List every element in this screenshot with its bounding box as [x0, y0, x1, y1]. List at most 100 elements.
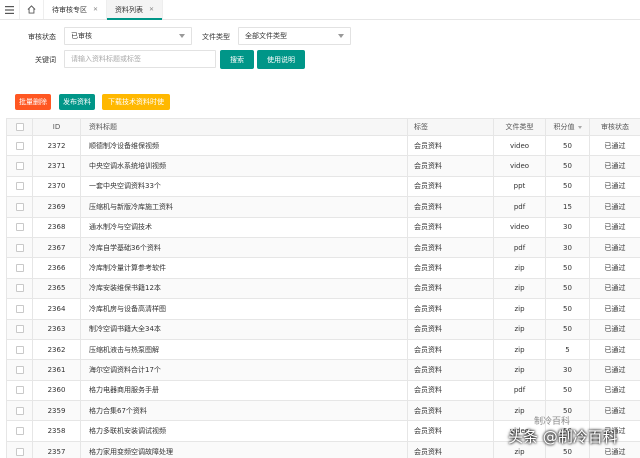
checkbox-icon — [15, 304, 24, 313]
row-tag: 会员资料 — [407, 298, 494, 320]
row-tag: 会员资料 — [407, 257, 494, 279]
filetype-label: 文件类型 — [202, 33, 230, 41]
table-row[interactable]: 2363 制冷空调书籍大全34本 会员资料 zip 50 已通过 — [6, 318, 640, 340]
row-tag: 会员资料 — [407, 216, 494, 238]
close-icon[interactable]: ✕ — [93, 6, 98, 13]
checkbox-icon — [15, 427, 24, 436]
row-status: 已通过 — [589, 134, 640, 157]
table-row[interactable]: 2371 中央空调水系统培训视频 会员资料 video 50 已通过 — [6, 155, 640, 177]
row-points: 50 — [545, 257, 590, 279]
row-title: 格力合集67个资料 — [80, 400, 408, 422]
row-checkbox[interactable] — [6, 175, 33, 198]
table-row[interactable]: 2364 冷库机房与设备高清样图 会员资料 zip 50 已通过 — [6, 298, 640, 320]
row-checkbox[interactable] — [6, 155, 33, 177]
row-type: pdf — [493, 236, 546, 259]
keyword-input[interactable] — [71, 55, 215, 63]
row-tag: 会员资料 — [407, 155, 494, 177]
row-checkbox[interactable] — [6, 318, 33, 340]
row-id: 2371 — [32, 155, 81, 177]
row-checkbox[interactable] — [6, 400, 33, 422]
chevron-down-icon — [179, 34, 185, 38]
menu-toggle-button[interactable] — [0, 0, 20, 19]
row-status: 已通过 — [589, 359, 640, 381]
row-tag: 会员资料 — [407, 379, 494, 402]
table-row[interactable]: 2368 通水制冷与空调技术 会员资料 video 30 已通过 — [6, 216, 640, 238]
search-button[interactable]: 搜索 — [220, 50, 254, 69]
menu-icon — [5, 5, 14, 14]
status-select[interactable]: 已审核 — [64, 27, 192, 45]
header-type-label: 文件类型 — [505, 123, 534, 131]
row-points: 50 — [545, 277, 590, 300]
home-tab[interactable] — [20, 0, 44, 19]
table-row[interactable]: 2361 海尔空调资料合计17个 会员资料 zip 30 已通过 — [6, 359, 640, 381]
checkbox-icon — [15, 223, 24, 232]
help-button[interactable]: 使用说明 — [257, 50, 305, 69]
row-id: 2369 — [32, 196, 81, 218]
row-checkbox[interactable] — [6, 196, 33, 218]
row-checkbox[interactable] — [6, 298, 33, 320]
table-row[interactable]: 2369 压缩机与新版冷库施工资料 会员资料 pdf 15 已通过 — [6, 196, 640, 218]
table-row[interactable]: 2370 一套中央空调资料33个 会员资料 ppt 50 已通过 — [6, 175, 640, 198]
row-tag: 会员资料 — [407, 196, 494, 218]
row-id: 2357 — [32, 440, 81, 458]
row-points: 50 — [545, 155, 590, 177]
header-type: 文件类型 — [493, 118, 546, 136]
checkbox-icon — [15, 141, 24, 150]
row-points: 50 — [545, 134, 590, 157]
row-checkbox[interactable] — [6, 257, 33, 279]
chevron-down-icon — [338, 34, 344, 38]
tab-resource-list[interactable]: 资料列表 ✕ — [107, 0, 164, 20]
row-checkbox[interactable] — [6, 277, 33, 300]
row-type: zip — [493, 257, 546, 279]
table-row[interactable]: 2367 冷库自学基础36个资料 会员资料 pdf 30 已通过 — [6, 236, 640, 259]
row-points: 50 — [545, 175, 590, 198]
row-checkbox[interactable] — [6, 420, 33, 442]
keyword-field[interactable] — [64, 50, 216, 68]
filetype-select[interactable]: 全部文件类型 — [238, 27, 351, 45]
home-icon — [27, 5, 36, 14]
row-points: 30 — [545, 236, 590, 259]
row-points: 30 — [545, 216, 590, 238]
row-checkbox[interactable] — [6, 236, 33, 259]
download-info-button[interactable]: 下载技术资料时使 — [102, 94, 170, 110]
close-icon[interactable]: ✕ — [149, 6, 154, 13]
select-all-checkbox[interactable] — [6, 118, 33, 136]
row-checkbox[interactable] — [6, 359, 33, 381]
row-title: 格力家用变频空调故障处理 — [80, 440, 408, 458]
row-checkbox[interactable] — [6, 440, 33, 458]
row-title: 顺德制冷设备维保视频 — [80, 134, 408, 157]
table-row[interactable]: 2366 冷库制冷量计算参考软件 会员资料 zip 50 已通过 — [6, 257, 640, 279]
table-row[interactable]: 2365 冷库安装维保书籍12本 会员资料 zip 50 已通过 — [6, 277, 640, 300]
tab-pending-review[interactable]: 待审核专区 ✕ — [44, 0, 108, 19]
table-row[interactable]: 2372 顺德制冷设备维保视频 会员资料 video 50 已通过 — [6, 134, 640, 157]
table-row[interactable]: 2360 格力电器商用服务手册 会员资料 pdf 50 已通过 — [6, 379, 640, 402]
header-title-label: 资料标题 — [89, 123, 117, 131]
row-status: 已通过 — [589, 379, 640, 402]
batch-delete-button[interactable]: 批量删除 — [15, 94, 51, 110]
row-type: video — [493, 155, 546, 177]
row-points: 5 — [545, 338, 590, 361]
keyword-label: 关键词 — [35, 56, 56, 64]
tab-label: 待审核专区 — [52, 5, 87, 14]
row-checkbox[interactable] — [6, 338, 33, 361]
row-id: 2365 — [32, 277, 81, 300]
row-type: pdf — [493, 379, 546, 402]
row-title: 冷库制冷量计算参考软件 — [80, 257, 408, 279]
status-label: 审核状态 — [28, 33, 56, 41]
row-tag: 会员资料 — [407, 277, 494, 300]
row-type: pdf — [493, 196, 546, 218]
row-checkbox[interactable] — [6, 134, 33, 157]
row-tag: 会员资料 — [407, 400, 494, 422]
row-tag: 会员资料 — [407, 440, 494, 458]
checkbox-icon — [15, 182, 24, 191]
checkbox-icon — [15, 202, 24, 211]
checkbox-icon — [15, 447, 24, 456]
table-row[interactable]: 2362 压缩机液击与热泵图解 会员资料 zip 5 已通过 — [6, 338, 640, 361]
row-checkbox[interactable] — [6, 216, 33, 238]
header-points[interactable]: 积分值 — [545, 118, 590, 136]
publish-button[interactable]: 发布资料 — [59, 94, 95, 110]
header-id[interactable]: ID — [32, 118, 81, 136]
sort-icon[interactable] — [577, 125, 582, 129]
row-points: 50 — [545, 298, 590, 320]
row-checkbox[interactable] — [6, 379, 33, 402]
